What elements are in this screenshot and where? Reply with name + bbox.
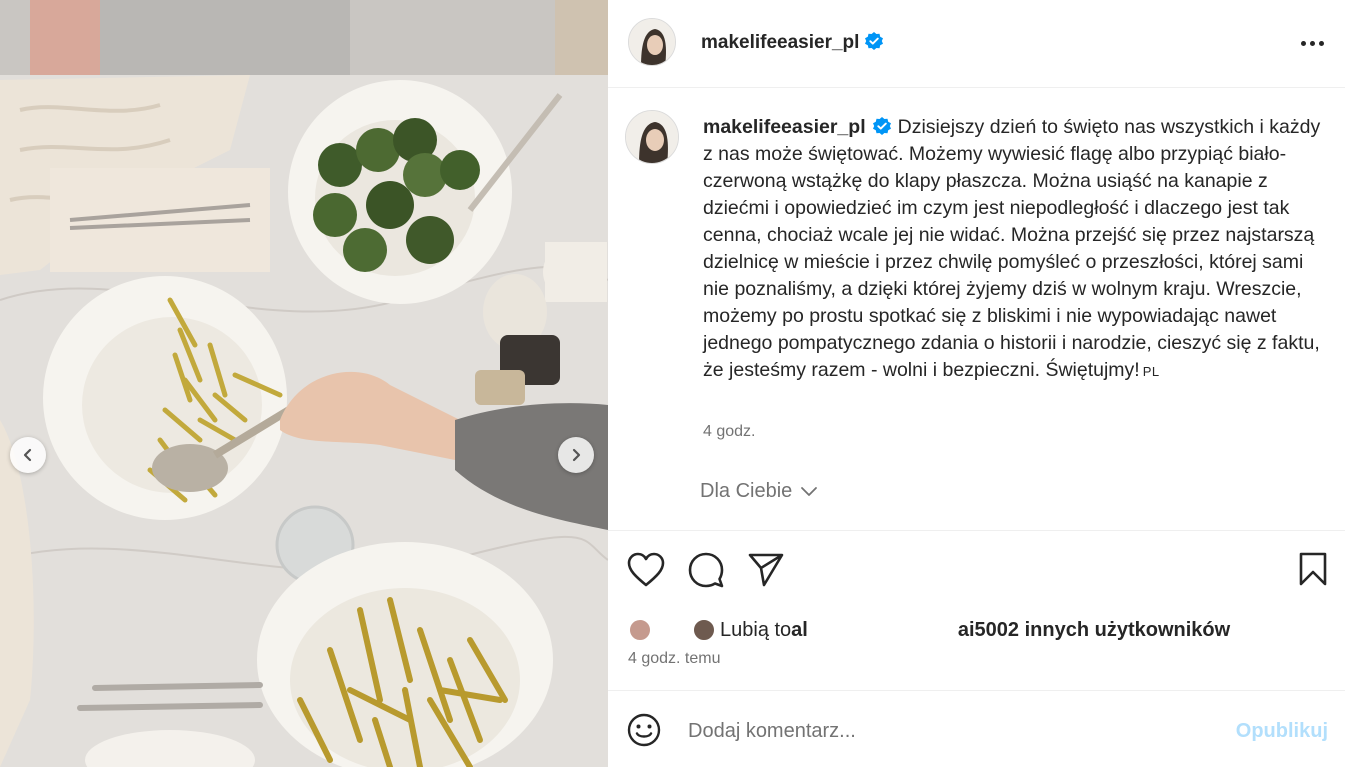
chevron-right-icon bbox=[572, 448, 581, 462]
liker-username-end[interactable]: a bbox=[958, 619, 969, 642]
heart-icon bbox=[627, 552, 665, 587]
post-header: makelifeeasier_pl bbox=[608, 0, 1345, 88]
avatar-image bbox=[629, 19, 675, 65]
more-dot bbox=[1318, 40, 1324, 46]
comment-icon bbox=[688, 552, 724, 588]
language-tag: PL bbox=[1142, 364, 1160, 379]
post-photo[interactable] bbox=[0, 0, 608, 767]
liker-avatar[interactable] bbox=[628, 618, 652, 642]
food-photo-illustration bbox=[0, 0, 608, 767]
author-avatar[interactable] bbox=[628, 18, 676, 66]
caption-timestamp[interactable]: 4 godz. bbox=[703, 423, 755, 441]
liker-username-start[interactable]: al bbox=[791, 619, 808, 642]
caption-username[interactable]: makelifeeasier_pl bbox=[703, 116, 866, 138]
post-timestamp[interactable]: 4 godz. temu bbox=[628, 650, 721, 668]
avatar-image bbox=[626, 111, 678, 163]
emoji-button[interactable] bbox=[627, 713, 661, 752]
chevron-left-icon bbox=[23, 448, 32, 462]
publish-button[interactable]: Opublikuj bbox=[1236, 720, 1328, 743]
author-username[interactable]: makelifeeasier_pl bbox=[701, 31, 884, 54]
send-icon bbox=[748, 553, 784, 587]
likes-prefix: Lubią to bbox=[720, 618, 792, 641]
caption-author-avatar[interactable] bbox=[625, 110, 679, 164]
caption-section: makelifeeasier_pl Dzisiejszy dzień to świ… bbox=[608, 89, 1345, 531]
like-button[interactable] bbox=[627, 552, 665, 593]
post-details-panel: makelifeeasier_pl makelifeeasier_pl Dzisi… bbox=[608, 0, 1345, 767]
save-button[interactable] bbox=[1298, 552, 1328, 591]
more-dot bbox=[1309, 40, 1315, 46]
comment-composer: Opublikuj bbox=[608, 690, 1345, 767]
liker-avatar[interactable] bbox=[692, 618, 716, 642]
more-horizontal-icon bbox=[1300, 40, 1306, 46]
verified-badge-icon bbox=[865, 32, 884, 50]
verified-badge-icon bbox=[872, 117, 891, 135]
author-username-text[interactable]: makelifeeasier_pl bbox=[701, 32, 859, 53]
comment-button[interactable] bbox=[688, 552, 724, 593]
action-bar bbox=[608, 548, 1345, 594]
likes-summary: Lubią to al a i 5002 innych użytkowników bbox=[628, 616, 1230, 644]
for-you-dropdown[interactable]: Dla Ciebie bbox=[700, 480, 818, 503]
next-photo-button[interactable] bbox=[558, 437, 594, 473]
bookmark-icon bbox=[1299, 552, 1327, 586]
likes-others-link[interactable]: 5002 innych użytkowników bbox=[975, 619, 1231, 642]
more-options-button[interactable] bbox=[1297, 28, 1327, 58]
share-button[interactable] bbox=[748, 552, 784, 593]
for-you-label: Dla Ciebie bbox=[700, 480, 793, 502]
previous-photo-button[interactable] bbox=[10, 437, 46, 473]
caption-text: Dzisiejszy dzień to święto nas wszystkic… bbox=[703, 116, 1321, 381]
post-caption: makelifeeasier_pl Dzisiejszy dzień to świ… bbox=[703, 114, 1321, 385]
comment-input[interactable] bbox=[688, 716, 1208, 746]
emoji-icon bbox=[627, 713, 661, 747]
chevron-down-icon bbox=[801, 486, 818, 496]
